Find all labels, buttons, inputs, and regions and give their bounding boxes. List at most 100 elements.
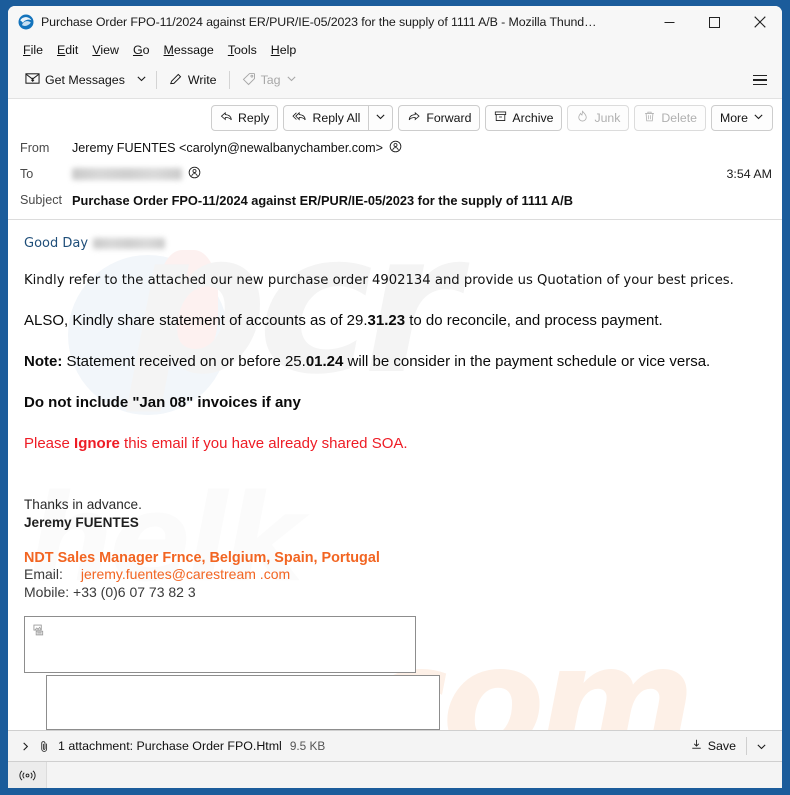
do-not-include-text: Do not include "Jan 08" invoices if any	[24, 394, 301, 411]
maximize-button[interactable]	[692, 6, 737, 38]
greeting-line: Good Day	[24, 236, 768, 251]
window-title: Purchase Order FPO-11/2024 against ER/PU…	[41, 15, 597, 29]
delete-button[interactable]: Delete	[634, 105, 706, 131]
menu-message[interactable]: Message	[157, 41, 221, 59]
ignore-bold: Ignore	[74, 435, 120, 452]
paperclip-icon	[38, 740, 51, 753]
reply-arrow-icon	[220, 110, 233, 126]
junk-label: Junk	[594, 111, 621, 125]
to-value[interactable]	[72, 166, 717, 182]
subject-label: Subject	[20, 193, 63, 207]
save-label: Save	[707, 739, 736, 753]
also-paragraph: ALSO, Kindly share statement of accounts…	[24, 312, 768, 329]
get-messages-dropdown[interactable]	[132, 68, 151, 93]
minimize-button[interactable]	[647, 6, 692, 38]
email-label: Email:	[24, 565, 63, 582]
do-not-include-paragraph: Do not include "Jan 08" invoices if any	[24, 394, 768, 411]
chevron-right-icon[interactable]	[18, 741, 32, 752]
forward-button[interactable]: Forward	[398, 105, 481, 131]
chevron-down-icon	[136, 73, 147, 87]
ignore-paragraph: Please Ignore this email if you have alr…	[24, 435, 768, 452]
header-row-subject: Subject Purchase Order FPO-11/2024 again…	[8, 187, 782, 213]
save-dropdown-button[interactable]	[749, 741, 774, 752]
reply-button[interactable]: Reply	[211, 105, 279, 131]
sender-name-text: Jeremy FUENTES	[24, 514, 139, 530]
reply-all-dropdown[interactable]	[368, 105, 394, 131]
message-header: Reply Reply All Forward Archive Junk Del…	[8, 99, 782, 220]
junk-flame-icon	[576, 110, 589, 126]
note-label: Note:	[24, 353, 63, 370]
attachment-bar: 1 attachment: Purchase Order FPO.Html 9.…	[8, 730, 782, 761]
email-content: Good Day Kindly refer to the attached ou…	[24, 236, 768, 730]
write-button[interactable]: Write	[162, 68, 224, 93]
archive-button[interactable]: Archive	[485, 105, 563, 131]
toolbar-separator	[155, 71, 157, 89]
chevron-down-icon	[375, 111, 386, 125]
attachment-summary: 1 attachment: Purchase Order FPO.Html	[58, 739, 282, 753]
broken-image-placeholder-1	[24, 615, 416, 673]
archive-box-icon	[494, 110, 507, 126]
menu-file[interactable]: File	[16, 41, 50, 59]
menu-bar: File Edit View Go Message Tools Help	[8, 38, 782, 62]
note-paragraph: Note: Statement received on or before 25…	[24, 353, 768, 370]
attachment-size: 9.5 KB	[289, 739, 326, 753]
menu-tools[interactable]: Tools	[221, 41, 264, 59]
from-address-text: Jeremy FUENTES <carolyn@newalbanychamber…	[72, 141, 383, 155]
menu-help[interactable]: Help	[264, 41, 304, 59]
contact-circle-icon[interactable]	[188, 166, 201, 182]
ignore-suffix: this email if you have already shared SO…	[119, 435, 408, 452]
from-value[interactable]: Jeremy FUENTES <carolyn@newalbanychamber…	[72, 140, 772, 156]
broadcast-signal-icon	[8, 762, 47, 788]
window-controls	[647, 6, 782, 38]
trash-icon	[643, 110, 656, 126]
download-icon	[690, 738, 703, 754]
more-button[interactable]: More	[710, 105, 773, 131]
save-attachment-button[interactable]: Save	[682, 735, 744, 757]
note-bold-date: 01.24	[305, 353, 344, 370]
intro-paragraph: Kindly refer to the attached our new pur…	[24, 273, 734, 288]
pencil-icon	[169, 72, 183, 89]
note-suffix: will be consider in the payment schedule…	[343, 353, 711, 370]
tag-label: Tag	[260, 73, 281, 87]
also-prefix: ALSO, Kindly share statement of accounts…	[24, 312, 368, 329]
email-address[interactable]: jeremy.fuentes@carestream .com	[63, 566, 290, 582]
broken-image-placeholder-2	[46, 674, 440, 730]
more-label: More	[719, 111, 748, 125]
also-suffix: to do reconcile, and process payment.	[405, 312, 663, 329]
write-label: Write	[187, 73, 217, 87]
close-button[interactable]	[737, 6, 782, 38]
ignore-prefix: Please	[24, 435, 75, 452]
to-redacted-recipient	[72, 168, 182, 180]
thanks-text: Thanks in advance.	[24, 497, 142, 512]
toolbar-separator-2	[228, 71, 230, 89]
reply-label: Reply	[238, 111, 270, 125]
signature-email-line: Email: jeremy.fuentes@carestream .com	[24, 566, 768, 584]
tag-button[interactable]: Tag	[235, 68, 304, 93]
title-bar: Purchase Order FPO-11/2024 against ER/PU…	[8, 6, 782, 38]
hamburger-menu-icon[interactable]	[746, 68, 774, 93]
contact-circle-icon[interactable]	[389, 140, 402, 156]
menu-edit[interactable]: Edit	[50, 41, 85, 59]
signature-thanks: Thanks in advance. Jeremy FUENTES	[24, 496, 768, 532]
subject-value: Purchase Order FPO-11/2024 against ER/PU…	[72, 192, 573, 208]
status-bar	[8, 761, 782, 788]
message-action-buttons: Reply Reply All Forward Archive Junk Del…	[8, 99, 782, 135]
reply-all-label: Reply All	[312, 111, 361, 125]
get-messages-button[interactable]: Get Messages	[18, 68, 132, 93]
note-prefix: Statement received on or before 25.	[62, 353, 306, 370]
menu-go[interactable]: Go	[126, 41, 157, 59]
menu-view[interactable]: View	[85, 41, 126, 59]
signature-mobile-line: Mobile: +33 (0)6 07 73 82 3	[24, 583, 196, 600]
archive-label: Archive	[512, 111, 554, 125]
message-body: pcr helk .com Good Day Kindly refer to t…	[8, 220, 782, 730]
message-time: 3:54 AM	[726, 167, 772, 181]
tag-caret-icon	[286, 73, 297, 87]
also-bold-date: 31.23	[367, 312, 406, 329]
chevron-down-icon	[753, 111, 764, 125]
signature-job-title: NDT Sales Manager Frnce, Belgium, Spain,…	[24, 549, 380, 566]
thunderbird-window: Purchase Order FPO-11/2024 against ER/PU…	[8, 6, 782, 788]
reply-all-button[interactable]: Reply All	[283, 105, 370, 131]
to-label: To	[20, 167, 34, 181]
thunderbird-icon	[18, 14, 34, 30]
junk-button[interactable]: Junk	[567, 105, 630, 131]
